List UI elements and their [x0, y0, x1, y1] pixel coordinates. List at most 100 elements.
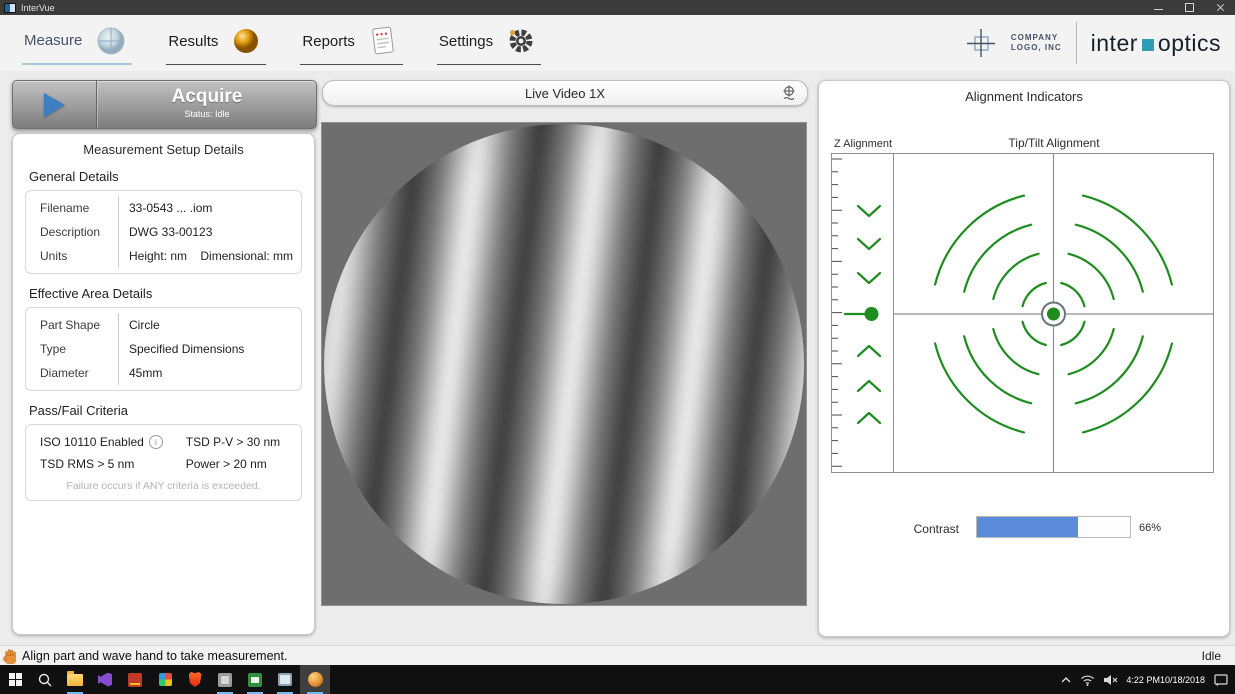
play-icon	[44, 93, 65, 117]
wifi-icon[interactable]	[1080, 674, 1095, 686]
setup-panel-title: Measurement Setup Details	[13, 134, 314, 157]
wave-hand-icon	[3, 648, 18, 665]
taskbar-blue-book-app[interactable]	[270, 665, 300, 694]
windows-logo-icon	[9, 673, 22, 686]
action-center-icon[interactable]	[1213, 673, 1229, 687]
taskbar-green-app[interactable]	[240, 665, 270, 694]
pass-fail-note: Failure occurs if ANY criteria is exceed…	[26, 475, 301, 498]
visual-studio-icon	[98, 673, 112, 687]
info-icon[interactable]: i	[149, 435, 163, 449]
tab-settings[interactable]: Settings	[437, 22, 541, 65]
acquire-button[interactable]: Acquire Status: Idle	[12, 80, 317, 129]
red-app-icon	[128, 673, 142, 687]
contrast-bar	[976, 516, 1131, 538]
status-bar: Align part and wave hand to take measure…	[0, 645, 1235, 666]
acquire-segment[interactable]: Acquire Status: Idle	[97, 81, 316, 128]
nav-bar: Measure Results Reports	[0, 15, 1235, 71]
fringe-vignette	[324, 124, 804, 604]
intervue-app-icon	[308, 672, 323, 687]
contrast-label: Contrast	[889, 522, 959, 536]
taskbar-diamond-app[interactable]	[150, 665, 180, 694]
product-logo: inter optics	[1091, 30, 1221, 57]
gray-app-icon	[218, 673, 232, 687]
play-segment[interactable]	[13, 81, 97, 128]
tiptilt-alignment-label: Tip/Tilt Alignment	[894, 136, 1214, 150]
status-state: Idle	[1202, 649, 1221, 663]
alignment-indicators-panel: Alignment Indicators Z Alignment Tip/Til…	[818, 80, 1230, 637]
effective-area-heading: Effective Area Details	[29, 286, 314, 301]
hidden-icons-chevron-icon[interactable]	[1060, 675, 1072, 685]
general-details-heading: General Details	[29, 169, 314, 184]
measurement-setup-panel: Measurement Setup Details General Detail…	[12, 133, 315, 635]
target-wave-icon[interactable]	[780, 84, 798, 102]
effective-area-box: Part Shape Circle Type Specified Dimensi…	[25, 307, 302, 391]
company-logo-icon	[967, 27, 997, 59]
window-title: InterVue	[21, 3, 55, 13]
window-titlebar: InterVue	[0, 0, 1235, 15]
gear-icon	[507, 27, 535, 55]
company-logo-text: COMPANY LOGO, INC	[1011, 33, 1062, 53]
taskbar-red-app[interactable]	[120, 665, 150, 694]
criteria-item: Power > 20 nm	[172, 453, 301, 475]
pass-fail-box: ISO 10110 Enabled i TSD P-V > 30 nm TSD …	[25, 424, 302, 501]
tab-results[interactable]: Results	[166, 22, 266, 65]
tab-measure[interactable]: Measure	[22, 22, 132, 65]
taskbar-visual-studio[interactable]	[90, 665, 120, 694]
lens-icon	[96, 26, 126, 56]
general-details-box: Filename 33-0543 ... .iom Description DW…	[25, 190, 302, 274]
taskbar-gray-app[interactable]	[210, 665, 240, 694]
table-row: Units Height: nm Dimensional: mm	[26, 244, 301, 268]
criteria-item: TSD RMS > 5 nm	[26, 453, 172, 475]
branding-area: COMPANY LOGO, INC inter optics	[967, 22, 1221, 64]
file-explorer-icon	[67, 674, 83, 686]
live-video-display	[322, 123, 806, 605]
amber-sphere-icon	[232, 27, 260, 55]
app-icon	[4, 3, 16, 13]
green-app-icon	[248, 673, 262, 687]
app-window: InterVue Measure Results	[0, 0, 1235, 694]
alignment-indicator-graphic	[831, 153, 1214, 473]
start-button[interactable]	[0, 665, 30, 694]
table-row: Type Specified Dimensions	[26, 337, 301, 361]
z-alignment-label: Z Alignment	[834, 138, 892, 150]
close-button[interactable]	[1216, 3, 1225, 12]
live-video-header: Live Video 1X	[322, 80, 808, 106]
pass-fail-heading: Pass/Fail Criteria	[29, 403, 314, 418]
clock-time: 4:22 PM	[1126, 675, 1160, 685]
tab-strip: Measure Results Reports	[22, 22, 541, 65]
criteria-item: ISO 10110 Enabled i	[26, 431, 172, 453]
tiptilt-center-dot	[1047, 308, 1060, 321]
table-row: Part Shape Circle	[26, 313, 301, 337]
system-tray: 4:22 PM 10/18/2018	[1060, 673, 1229, 687]
contrast-fill	[977, 517, 1078, 537]
table-row: Description DWG 33-00123	[26, 220, 301, 244]
table-row: Filename 33-0543 ... .iom	[26, 196, 301, 220]
taskbar-file-explorer[interactable]	[60, 665, 90, 694]
criteria-item: TSD P-V > 30 nm	[172, 431, 301, 453]
tab-reports[interactable]: Reports	[300, 22, 403, 65]
blue-book-app-icon	[278, 673, 292, 686]
live-video-title: Live Video 1X	[525, 86, 605, 101]
taskbar-intervue-app[interactable]	[300, 665, 330, 694]
table-row: Diameter 45mm	[26, 361, 301, 385]
alignment-panel-title: Alignment Indicators	[819, 81, 1229, 104]
search-icon	[37, 672, 53, 688]
maximize-button[interactable]	[1185, 3, 1194, 12]
taskbar-clock[interactable]: 4:22 PM 10/18/2018	[1126, 675, 1205, 685]
brave-browser-icon	[189, 672, 202, 687]
taskbar-brave-browser[interactable]	[180, 665, 210, 694]
volume-muted-icon[interactable]	[1103, 674, 1118, 686]
product-logo-square-icon	[1142, 39, 1154, 51]
contrast-value: 66%	[1139, 522, 1161, 534]
clock-date: 10/18/2018	[1160, 675, 1205, 685]
report-page-icon	[369, 26, 397, 56]
acquire-label: Acquire	[98, 86, 316, 108]
taskbar-search-button[interactable]	[30, 665, 60, 694]
z-pointer-dot	[865, 307, 879, 321]
diamond-app-icon	[159, 673, 172, 686]
interferogram-circle	[324, 124, 804, 604]
brand-divider	[1076, 22, 1077, 64]
status-message: Align part and wave hand to take measure…	[22, 649, 287, 663]
minimize-button[interactable]	[1154, 9, 1163, 11]
acquire-status: Status: Idle	[98, 109, 316, 119]
